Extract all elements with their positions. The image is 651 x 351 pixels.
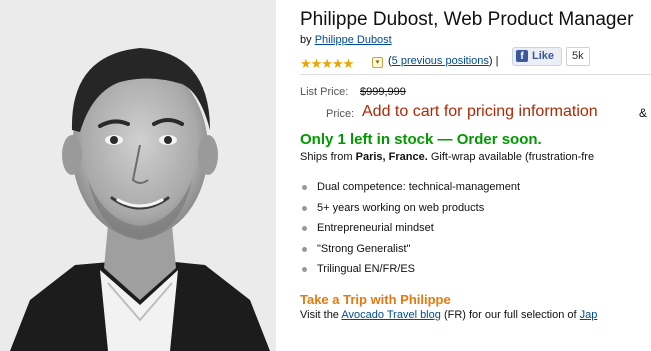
facebook-like-button[interactable]: f Like — [512, 47, 562, 66]
price-value: Add to cart for pricing information — [362, 103, 598, 120]
bullet-icon — [302, 267, 307, 273]
feature-text: Entrepreneurial mindset — [317, 222, 434, 235]
product-photo — [0, 0, 276, 351]
feature-list: Dual competence: technical-management 5+… — [300, 177, 520, 280]
travel-blog-link[interactable]: Avocado Travel blog — [341, 309, 440, 321]
previous-positions: (5 previous positions) | — [388, 55, 499, 67]
star-rating-icon[interactable]: ★★★★★ — [300, 56, 354, 72]
product-title: Philippe Dubost, Web Product Manager — [300, 9, 634, 30]
visit-middle: (FR) for our full selection of — [443, 309, 577, 321]
close-paren: ) — [488, 55, 493, 67]
ships-from: Ships from Paris, France. Gift-wrap avai… — [300, 151, 594, 163]
list-price-value: $999,999 — [360, 86, 406, 98]
chevron-down-icon[interactable]: ▾ — [372, 57, 383, 68]
list-item: Dual competence: technical-management — [300, 177, 520, 198]
previous-positions-link[interactable]: 5 previous positions — [392, 55, 489, 67]
bullet-icon — [302, 226, 307, 232]
separator: | — [495, 55, 499, 67]
bullet-icon — [302, 185, 307, 190]
product-detail: Philippe Dubost, Web Product Manager by … — [300, 0, 651, 351]
list-item: Trilingual EN/FR/ES — [300, 259, 520, 280]
ships-prefix: Ships from — [300, 151, 353, 163]
ships-suffix: Gift-wrap available (frustration-fre — [430, 151, 595, 163]
feature-text: "Strong Generalist" — [317, 242, 411, 255]
divider — [300, 74, 651, 75]
facebook-like-count: 5k — [566, 47, 590, 66]
portrait-image — [0, 0, 276, 351]
price-label: Price: — [326, 108, 355, 120]
list-item: Entrepreneurial mindset — [300, 218, 520, 239]
feature-text: Trilingual EN/FR/ES — [317, 263, 416, 276]
trip-heading: Take a Trip with Philippe — [300, 292, 451, 307]
list-price-label: List Price: — [300, 86, 349, 98]
rating-row: ★★★★★ ▾ (5 previous positions) | f Like … — [300, 47, 651, 73]
bullet-icon — [302, 246, 307, 252]
facebook-icon: f — [516, 50, 528, 62]
byline: by Philippe Dubost — [300, 34, 392, 46]
trip-line: Visit the Avocado Travel blog (FR) for o… — [300, 309, 597, 321]
stock-status: Only 1 left in stock — Order soon. — [300, 131, 542, 148]
facebook-like-label: Like — [532, 50, 555, 62]
price-suffix: & — [639, 106, 648, 120]
by-prefix: by — [300, 34, 312, 46]
feature-text: 5+ years working on web products — [317, 201, 485, 214]
ships-location: Paris, France. — [355, 151, 428, 163]
bullet-icon — [302, 205, 307, 211]
list-item: "Strong Generalist" — [300, 239, 520, 260]
visit-prefix: Visit the — [300, 309, 339, 321]
selection-link[interactable]: Jap — [580, 309, 598, 321]
feature-text: Dual competence: technical-management — [317, 181, 521, 193]
list-item: 5+ years working on web products — [300, 198, 520, 219]
author-link[interactable]: Philippe Dubost — [315, 34, 392, 46]
